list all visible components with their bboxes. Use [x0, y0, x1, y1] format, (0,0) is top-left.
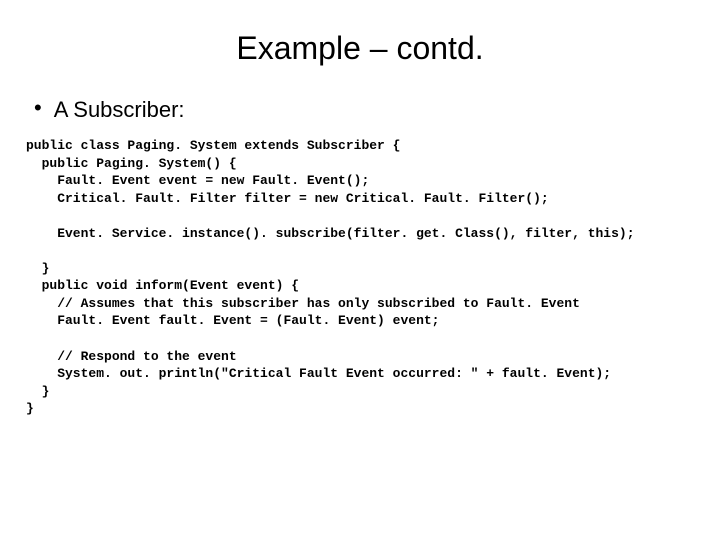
bullet-item: • A Subscriber: [34, 97, 700, 123]
slide: Example – contd. • A Subscriber: public … [0, 0, 720, 438]
code-block: public class Paging. System extends Subs… [26, 137, 700, 418]
bullet-icon: • [34, 97, 42, 119]
bullet-text: A Subscriber: [54, 97, 185, 123]
slide-title: Example – contd. [20, 30, 700, 67]
